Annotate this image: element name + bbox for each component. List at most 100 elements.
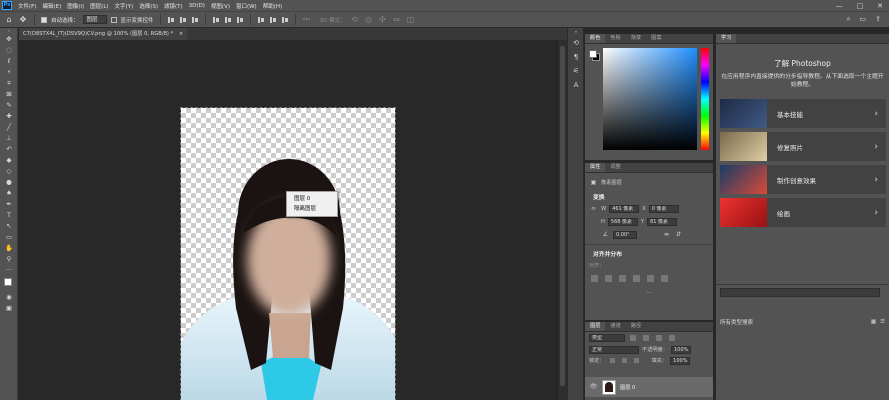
- auto-select-dropdown[interactable]: 图层: [82, 15, 107, 24]
- menu-help[interactable]: 帮助(H): [260, 2, 285, 10]
- zoom-tool-icon[interactable]: ⚲: [0, 254, 18, 265]
- distribute-icon[interactable]: [281, 16, 289, 24]
- workspace-icon[interactable]: ▭: [860, 15, 867, 24]
- 3d-roll-icon[interactable]: ◎: [364, 15, 374, 24]
- layer-name[interactable]: 图层 0: [620, 384, 635, 391]
- distribute-icon[interactable]: [257, 16, 265, 24]
- eraser-icon[interactable]: ◆: [0, 155, 18, 166]
- align-right-icon[interactable]: [191, 16, 199, 24]
- context-menu-layer0[interactable]: 图层 0: [287, 194, 337, 204]
- 3d-slide-icon[interactable]: ⇔: [392, 15, 402, 24]
- menu-filter[interactable]: 滤镜(T): [161, 2, 186, 10]
- align-hcenter-icon[interactable]: [179, 16, 187, 24]
- 3d-pan-icon[interactable]: ✣: [378, 15, 388, 24]
- align-heading[interactable]: 对齐并分布: [585, 244, 713, 259]
- width-field[interactable]: 461 像素: [609, 204, 640, 213]
- y-field[interactable]: 81 像素: [647, 217, 678, 226]
- tab-patterns[interactable]: 图案: [646, 34, 666, 43]
- tab-paths[interactable]: 路径: [626, 322, 646, 331]
- path-select-icon[interactable]: ↖: [0, 221, 18, 232]
- align-left-icon[interactable]: [167, 16, 175, 24]
- character-panel-icon[interactable]: A: [568, 78, 584, 92]
- dodge-tool-icon[interactable]: ♠: [0, 188, 18, 199]
- collapse-icon[interactable]: «: [568, 28, 584, 36]
- filter-pixel-icon[interactable]: [630, 335, 636, 341]
- align-vcenter-icon[interactable]: [647, 275, 654, 282]
- context-menu-isolate-layers[interactable]: 隔离图层: [287, 204, 337, 214]
- crop-tool-icon[interactable]: ⌗: [0, 78, 18, 89]
- align-left-icon[interactable]: [591, 275, 598, 282]
- color-picker-field[interactable]: [603, 48, 697, 150]
- list-view-icon[interactable]: ☰: [880, 319, 885, 325]
- menu-3d[interactable]: 3D(D): [186, 3, 208, 9]
- color-swatches[interactable]: [0, 276, 17, 292]
- eyedropper-icon[interactable]: ✎: [0, 100, 18, 111]
- adjust-panel-icon[interactable]: ⚟: [568, 64, 584, 78]
- layer-row[interactable]: 👁 图层 0: [585, 377, 713, 397]
- menu-layer[interactable]: 图层(L): [87, 2, 111, 10]
- foreground-color-swatch[interactable]: [589, 50, 597, 58]
- align-right-icon[interactable]: [619, 275, 626, 282]
- hue-slider[interactable]: [701, 48, 709, 150]
- align-bottom-icon[interactable]: [661, 275, 668, 282]
- align-vcenter-icon[interactable]: [224, 16, 232, 24]
- library-dropdown[interactable]: [720, 288, 880, 297]
- healing-brush-icon[interactable]: ✚: [0, 111, 18, 122]
- menu-window[interactable]: 窗口(W): [233, 2, 260, 10]
- foreground-color-swatch[interactable]: [4, 278, 12, 286]
- type-tool-icon[interactable]: T: [0, 210, 18, 221]
- menu-image[interactable]: 图像(I): [64, 2, 87, 10]
- menu-select[interactable]: 选择(S): [136, 2, 161, 10]
- height-field[interactable]: 568 像素: [607, 217, 638, 226]
- align-top-icon[interactable]: [212, 16, 220, 24]
- lock-position-icon[interactable]: [621, 358, 627, 363]
- more-options-icon[interactable]: ...: [647, 289, 652, 295]
- grid-view-icon[interactable]: ▦: [871, 319, 876, 325]
- history-brush-icon[interactable]: ↶: [0, 144, 18, 155]
- flip-horizontal-icon[interactable]: ⇹: [662, 231, 671, 239]
- layer-filter-dropdown[interactable]: 类型: [589, 334, 625, 342]
- link-icon[interactable]: ∞: [589, 205, 598, 213]
- canvas-area[interactable]: 图层 0 隔离图层: [19, 40, 557, 400]
- learn-card-painting[interactable]: 绘画 ›: [720, 198, 886, 227]
- 3d-rotate-icon[interactable]: ⟲: [350, 15, 360, 24]
- search-icon[interactable]: ⌕: [847, 15, 851, 24]
- align-hcenter-icon[interactable]: [605, 275, 612, 282]
- more-tools-icon[interactable]: ···: [0, 265, 18, 276]
- 3d-scale-icon[interactable]: ◫: [406, 15, 416, 24]
- maximize-button[interactable]: □: [857, 2, 864, 10]
- learn-card-creative-effects[interactable]: 制作创意效果 ›: [720, 165, 886, 194]
- close-window-button[interactable]: ✕: [877, 2, 883, 10]
- menu-file[interactable]: 文件(F): [15, 2, 39, 10]
- filter-adjust-icon[interactable]: [643, 335, 649, 341]
- filter-type-icon[interactable]: [656, 335, 662, 341]
- paint-bucket-icon[interactable]: ◇: [0, 166, 18, 177]
- menu-view[interactable]: 视图(V): [208, 2, 233, 10]
- document-canvas[interactable]: [180, 107, 396, 400]
- marquee-tool-icon[interactable]: ◌: [0, 45, 18, 56]
- tab-swatches[interactable]: 色板: [605, 34, 625, 43]
- menu-edit[interactable]: 编辑(E): [39, 2, 64, 10]
- history-panel-icon[interactable]: ⟲: [568, 36, 584, 50]
- align-top-icon[interactable]: [633, 275, 640, 282]
- more-options-icon[interactable]: ···: [302, 15, 312, 24]
- move-tool-icon[interactable]: ✥: [18, 15, 28, 24]
- distribute-icon[interactable]: [269, 16, 277, 24]
- eye-icon[interactable]: 👁: [589, 383, 598, 391]
- fill-field[interactable]: 100%: [670, 356, 691, 365]
- quick-mask-icon[interactable]: ◉: [0, 292, 18, 303]
- flip-vertical-icon[interactable]: ⇵: [674, 231, 683, 239]
- auto-select-checkbox[interactable]: [41, 16, 47, 23]
- move-tool-icon[interactable]: ✥: [0, 34, 18, 45]
- share-icon[interactable]: ⇪: [875, 15, 881, 24]
- tab-channels[interactable]: 通道: [605, 322, 625, 331]
- tab-color[interactable]: 颜色: [585, 34, 606, 43]
- brush-tool-icon[interactable]: ╱: [0, 122, 18, 133]
- home-icon[interactable]: ⌂: [4, 15, 14, 24]
- lock-all-icon[interactable]: [633, 358, 639, 363]
- learn-card-basics[interactable]: 基本技能 ›: [720, 99, 886, 128]
- lock-pixels-icon[interactable]: [609, 358, 615, 363]
- blur-tool-icon[interactable]: ●: [0, 177, 18, 188]
- tab-properties[interactable]: 属性: [585, 163, 606, 172]
- opacity-field[interactable]: 100%: [670, 345, 691, 354]
